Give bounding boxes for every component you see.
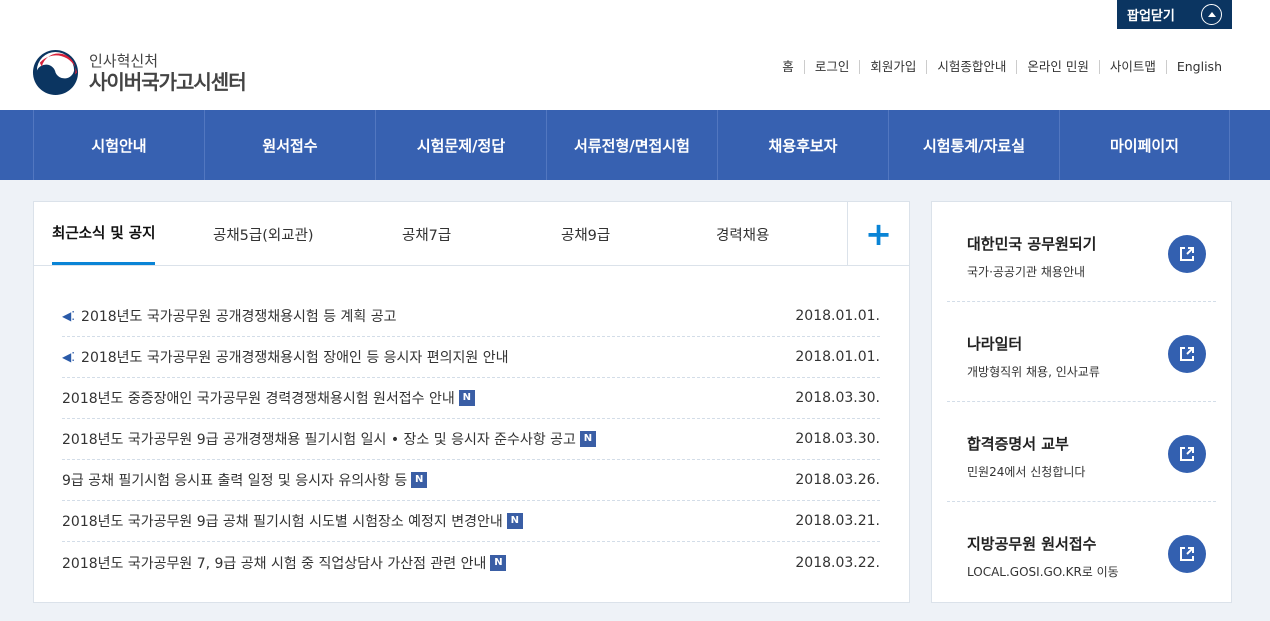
notice-date: 2018.03.26. xyxy=(795,472,880,488)
external-link-icon[interactable] xyxy=(1168,235,1206,273)
util-link-sitemap[interactable]: 사이트맵 xyxy=(1098,60,1166,74)
nav-item[interactable]: 시험문제/정답 xyxy=(375,110,546,180)
utility-links: 홈 로그인 회원가입 시험종합안내 온라인 민원 사이트맵 English xyxy=(772,60,1222,74)
speaker-icon: ◀⁚ xyxy=(62,350,76,364)
notice-tabs: 최근소식 및 공지 공채5급(외교관) 공채7급 공채9급 경력채용 + xyxy=(34,202,909,266)
notice-title-wrap: 2018년도 중증장애인 국가공무원 경력경쟁채용시험 원서접수 안내 N xyxy=(62,388,475,408)
notice-row[interactable]: 2018년도 국가공무원 9급 공개경쟁채용 필기시험 일시 • 장소 및 응시… xyxy=(62,419,880,460)
notice-date: 2018.03.30. xyxy=(795,431,880,447)
notice-title[interactable]: 2018년도 국가공무원 7, 9급 공채 시험 중 직업상담사 가산점 관련 … xyxy=(62,553,486,573)
quick-link-item[interactable]: 나라일터개방형직위 채용, 인사교류 xyxy=(947,302,1216,402)
notice-panel: 최근소식 및 공지 공채5급(외교관) 공채7급 공채9급 경력채용 + ◀⁚ 2… xyxy=(33,201,910,603)
popup-close-label: 팝업닫기 xyxy=(1127,9,1175,24)
notice-date: 2018.01.01. xyxy=(795,308,880,324)
nav-item[interactable]: 마이페이지 xyxy=(1059,110,1230,180)
notice-title-wrap: 2018년도 국가공무원 9급 공채 필기시험 시도별 시험장소 예정지 변경안… xyxy=(62,511,523,531)
new-badge: N xyxy=(579,431,596,447)
quick-link-desc: LOCAL.GOSI.GO.KR로 이동 xyxy=(967,565,1119,579)
quick-link-item[interactable]: 지방공무원 원서접수 LOCAL.GOSI.GO.KR로 이동 xyxy=(947,502,1216,602)
popup-close-button[interactable]: 팝업닫기 xyxy=(1117,0,1232,29)
util-link-online-service[interactable]: 온라인 민원 xyxy=(1016,60,1098,74)
notice-row[interactable]: 9급 공채 필기시험 응시표 출력 일정 및 응시자 유의사항 등 N 2018.0… xyxy=(62,460,880,501)
quick-link-title: 나라일터 xyxy=(967,335,1023,353)
notice-date: 2018.03.21. xyxy=(795,513,880,529)
chevron-up-circle-icon xyxy=(1201,4,1222,25)
more-plus-button[interactable]: + xyxy=(847,202,909,266)
notice-title-wrap: 2018년도 국가공무원 9급 공개경쟁채용 필기시험 일시 • 장소 및 응시… xyxy=(62,429,596,449)
quick-links: 대한민국 공무원되기국가·공공기관 채용안내나라일터개방형직위 채용, 인사교류… xyxy=(931,201,1232,603)
taegeuk-logo-icon xyxy=(32,49,79,96)
util-link-home[interactable]: 홈 xyxy=(772,60,804,74)
header: 팝업닫기 인사혁신처 사이버국가고시센터 홈 로그인 회원가입 시험종합안내 온… xyxy=(0,0,1270,110)
notice-title[interactable]: 2018년도 국가공무원 9급 공채 필기시험 시도별 시험장소 예정지 변경안… xyxy=(62,511,503,531)
org-name: 인사혁신처 xyxy=(89,51,159,70)
notice-date: 2018.01.01. xyxy=(795,349,880,365)
notice-date: 2018.03.22. xyxy=(795,554,880,571)
notice-title[interactable]: 9급 공채 필기시험 응시표 출력 일정 및 응시자 유의사항 등 xyxy=(62,470,407,490)
new-badge: N xyxy=(490,554,507,571)
notice-title-wrap: 9급 공채 필기시험 응시표 출력 일정 및 응시자 유의사항 등N xyxy=(62,470,428,490)
external-link-icon[interactable] xyxy=(1168,335,1206,373)
util-link-exam-info[interactable]: 시험종합안내 xyxy=(926,60,1016,74)
notice-date: 2018.03.30. xyxy=(795,390,880,406)
notice-row[interactable]: 2018년도 중증장애인 국가공무원 경력경쟁채용시험 원서접수 안내 N 2018… xyxy=(62,378,880,419)
notice-row[interactable]: 2018년도 국가공무원 9급 공채 필기시험 시도별 시험장소 예정지 변경안… xyxy=(62,501,880,542)
quick-link-title: 합격증명서 교부 xyxy=(967,435,1069,453)
util-link-english[interactable]: English xyxy=(1165,60,1222,74)
quick-link-desc: 민원24에서 신청합니다 xyxy=(967,465,1086,479)
site-name: 사이버국가고시센터 xyxy=(89,69,247,94)
new-badge: N xyxy=(411,472,428,488)
nav-item[interactable]: 시험안내 xyxy=(33,110,204,180)
util-link-signup[interactable]: 회원가입 xyxy=(859,60,926,74)
nav-item[interactable]: 서류전형/면접시험 xyxy=(546,110,717,180)
notice-row[interactable]: 2018년도 국가공무원 7, 9급 공채 시험 중 직업상담사 가산점 관련 … xyxy=(62,542,880,583)
new-badge: N xyxy=(458,390,475,406)
tab-recent-news[interactable]: 최근소식 및 공지 xyxy=(52,202,156,265)
nav-item[interactable]: 시험통계/자료실 xyxy=(888,110,1059,180)
notice-title[interactable]: 2018년도 국가공무원 공개경쟁채용시험 장애인 등 응시자 편의지원 안내 xyxy=(81,347,508,367)
notice-title-wrap: ◀⁚ 2018년도 국가공무원 공개경쟁채용시험 등 계획 공고 xyxy=(62,306,397,326)
notice-row[interactable]: ◀⁚ 2018년도 국가공무원 공개경쟁채용시험 등 계획 공고 2018.01.0… xyxy=(62,296,880,337)
nav-item[interactable]: 채용후보자 xyxy=(717,110,888,180)
speaker-icon: ◀⁚ xyxy=(62,309,76,323)
notice-list: ◀⁚ 2018년도 국가공무원 공개경쟁채용시험 등 계획 공고 2018.01.0… xyxy=(62,296,880,583)
quick-link-item[interactable]: 합격증명서 교부민원24에서 신청합니다 xyxy=(947,402,1216,502)
notice-title[interactable]: 2018년도 중증장애인 국가공무원 경력경쟁채용시험 원서접수 안내 xyxy=(62,388,455,408)
notice-title[interactable]: 2018년도 국가공무원 9급 공개경쟁채용 필기시험 일시 • 장소 및 응시… xyxy=(62,429,576,449)
quick-link-title: 대한민국 공무원되기 xyxy=(967,235,1097,253)
notice-title-wrap: ◀⁚ 2018년도 국가공무원 공개경쟁채용시험 장애인 등 응시자 편의지원 안… xyxy=(62,347,508,367)
quick-link-desc: 국가·공공기관 채용안내 xyxy=(967,265,1086,279)
tab-grade9[interactable]: 공채9급 xyxy=(561,202,610,266)
new-badge: N xyxy=(506,513,523,529)
logo[interactable]: 인사혁신처 사이버국가고시센터 xyxy=(32,49,247,96)
tab-grade5[interactable]: 공채5급(외교관) xyxy=(213,202,314,266)
external-link-icon[interactable] xyxy=(1168,435,1206,473)
quick-link-item[interactable]: 대한민국 공무원되기국가·공공기관 채용안내 xyxy=(947,202,1216,302)
notice-title[interactable]: 2018년도 국가공무원 공개경쟁채용시험 등 계획 공고 xyxy=(81,306,396,326)
tab-career[interactable]: 경력채용 xyxy=(716,202,769,266)
util-link-login[interactable]: 로그인 xyxy=(803,60,860,74)
external-link-icon[interactable] xyxy=(1168,535,1206,573)
main-nav: 시험안내 원서접수 시험문제/정답 서류전형/면접시험 채용후보자 시험통계/자… xyxy=(0,110,1270,180)
nav-item[interactable]: 원서접수 xyxy=(204,110,375,180)
notice-row[interactable]: ◀⁚ 2018년도 국가공무원 공개경쟁채용시험 장애인 등 응시자 편의지원 안… xyxy=(62,337,880,378)
notice-title-wrap: 2018년도 국가공무원 7, 9급 공채 시험 중 직업상담사 가산점 관련 … xyxy=(62,553,507,573)
quick-link-desc: 개방형직위 채용, 인사교류 xyxy=(967,365,1100,379)
tab-grade7[interactable]: 공채7급 xyxy=(402,202,451,266)
quick-link-title: 지방공무원 원서접수 xyxy=(967,535,1097,553)
